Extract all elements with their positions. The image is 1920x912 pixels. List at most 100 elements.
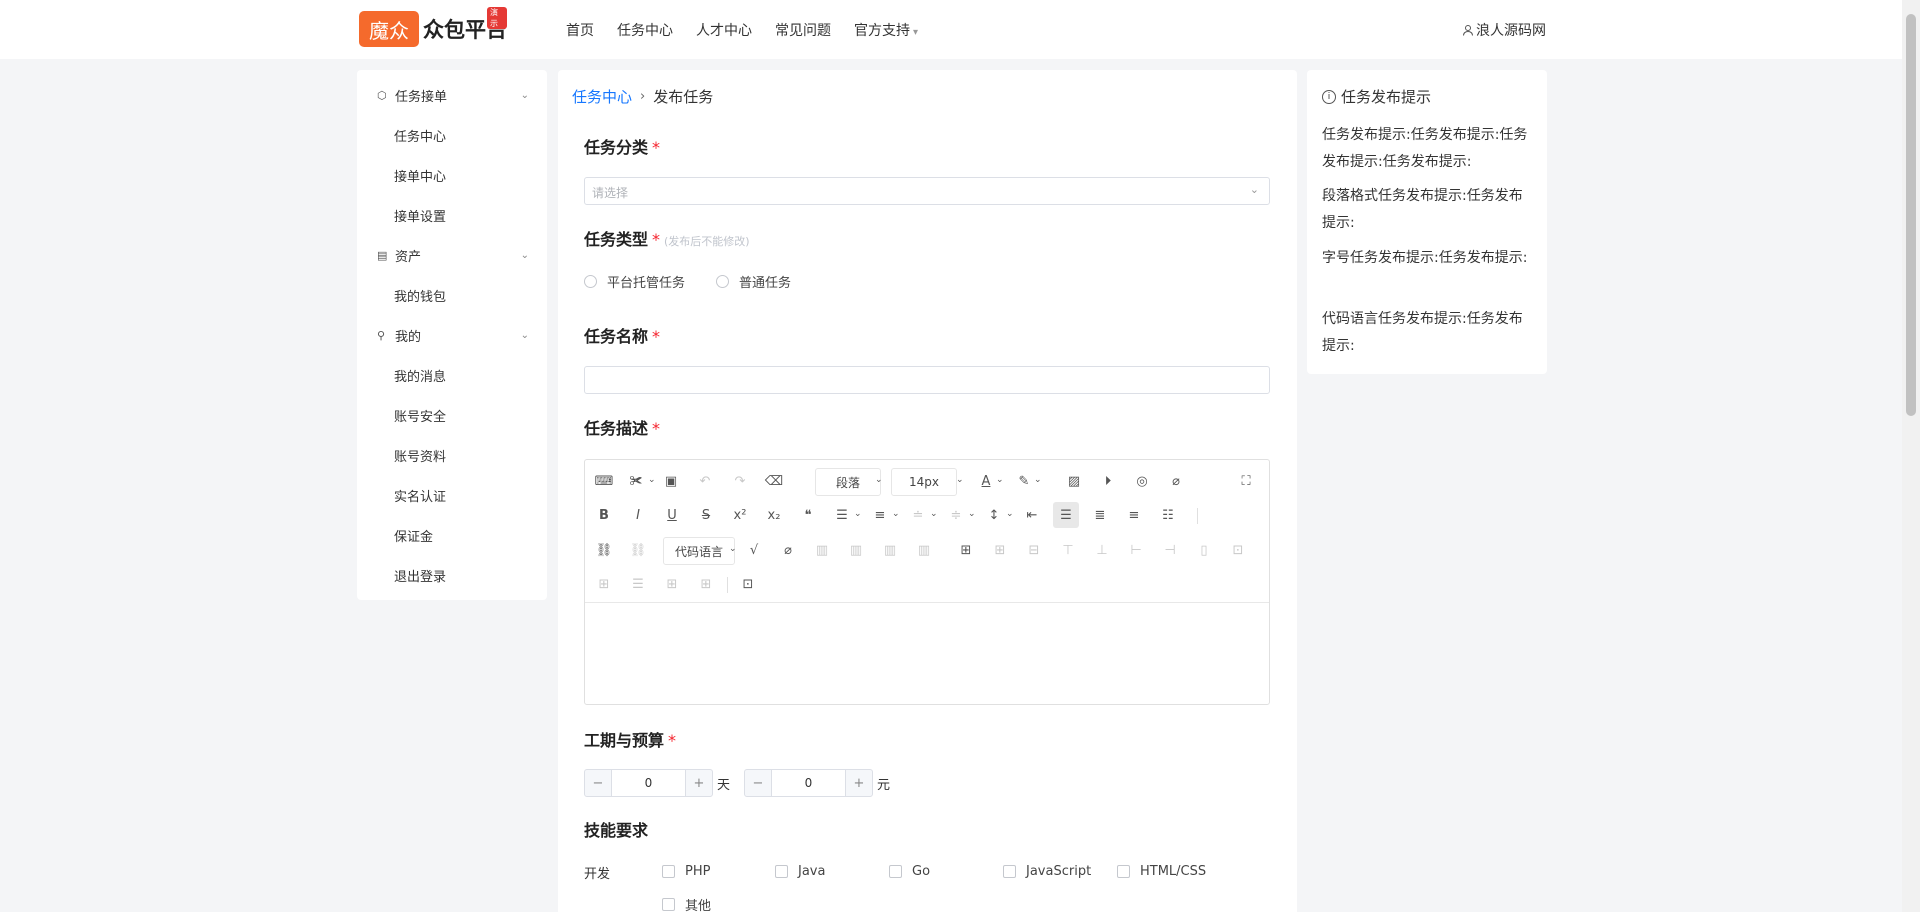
align-center-icon[interactable]: ≣	[1087, 502, 1113, 528]
radio-hosted-task[interactable]: 平台托管任务	[584, 272, 685, 291]
caret-down-icon[interactable]: ⌄	[729, 544, 737, 554]
sidebar-item-task-center[interactable]: 任务中心	[394, 126, 446, 145]
skill-checkbox-html-css[interactable]: HTML/CSS	[1117, 864, 1206, 879]
underline-icon[interactable]: U	[659, 502, 685, 528]
template-icon[interactable]: ⊡	[735, 571, 761, 597]
table-split-icon[interactable]: ⊟	[1021, 537, 1047, 563]
table-cell-split-icon[interactable]: ⊞	[693, 571, 719, 597]
blockquote-icon[interactable]: ❝	[795, 502, 821, 528]
caret-down-icon[interactable]: ⌄	[1034, 475, 1042, 485]
sidebar-item-order-settings[interactable]: 接单设置	[394, 206, 446, 225]
sidebar-group-mine[interactable]: ⚲ 我的 ⌄	[377, 326, 529, 345]
sidebar-item-identity-verification[interactable]: 实名认证	[394, 486, 446, 505]
budget-decrement-button[interactable]: −	[744, 769, 772, 797]
breadcrumb-parent-link[interactable]: 任务中心	[572, 86, 632, 107]
bold-icon[interactable]: B	[591, 502, 617, 528]
magic-wand-icon[interactable]: ✀	[623, 468, 649, 494]
caret-down-icon[interactable]: ⌄	[996, 475, 1004, 485]
skill-checkbox-java[interactable]: Java	[775, 864, 825, 879]
days-increment-button[interactable]: +	[685, 769, 713, 797]
user-menu[interactable]: 浪人源码网	[1462, 20, 1546, 40]
task-name-input[interactable]	[584, 366, 1270, 394]
days-decrement-button[interactable]: −	[584, 769, 612, 797]
sidebar-item-messages[interactable]: 我的消息	[394, 366, 446, 385]
fullscreen-icon[interactable]: ⛶	[1233, 468, 1259, 494]
nav-faq[interactable]: 常见问题	[775, 20, 831, 40]
table-delete-col-icon[interactable]: ▥	[911, 537, 937, 563]
skill-checkbox-go[interactable]: Go	[889, 864, 930, 879]
sidebar-item-account-security[interactable]: 账号安全	[394, 406, 446, 425]
undo-icon[interactable]: ↶	[692, 468, 718, 494]
video-icon[interactable]: ⏵	[1095, 468, 1121, 494]
paragraph-select[interactable]: 段落	[815, 468, 881, 496]
align-right-icon[interactable]: ≡	[1121, 502, 1147, 528]
strikethrough-icon[interactable]: S	[693, 502, 719, 528]
table-row-after-icon[interactable]: ⊥	[1089, 537, 1115, 563]
sidebar-group-assets[interactable]: ▤ 资产 ⌄	[377, 246, 529, 265]
ordered-list-icon[interactable]: ☰	[829, 502, 855, 528]
table-insert-col-icon[interactable]: ▥	[843, 537, 869, 563]
caret-down-icon[interactable]: ⌄	[1006, 509, 1014, 519]
scrollbar-thumb[interactable]	[1906, 14, 1916, 416]
category-select[interactable]: 请选择 ⌄	[584, 177, 1270, 205]
sidebar-item-account-profile[interactable]: 账号资料	[394, 446, 446, 465]
sidebar-group-task-orders[interactable]: ⬡ 任务接单 ⌄	[377, 86, 529, 105]
letter-spacing-icon[interactable]: ≑	[943, 502, 969, 528]
table-delete-row-icon[interactable]: ▥	[877, 537, 903, 563]
table-col-before-icon[interactable]: ⊢	[1123, 537, 1149, 563]
sidebar-item-deposit[interactable]: 保证金	[394, 526, 433, 545]
page-scrollbar[interactable]	[1902, 0, 1920, 912]
budget-input[interactable]: 0	[772, 769, 845, 797]
budget-increment-button[interactable]: +	[845, 769, 873, 797]
caret-down-icon[interactable]: ⌄	[854, 509, 862, 519]
select-all-icon[interactable]: ▣	[658, 468, 684, 494]
italic-icon[interactable]: I	[625, 502, 651, 528]
subscript-icon[interactable]: x₂	[761, 502, 787, 528]
code-language-select[interactable]: 代码语言	[663, 537, 735, 565]
nav-task-center[interactable]: 任务中心	[617, 20, 673, 40]
link-icon[interactable]: ⛓	[591, 537, 617, 563]
align-justify-icon[interactable]: ☷	[1155, 502, 1181, 528]
caret-down-icon[interactable]: ⌄	[892, 509, 900, 519]
radio-normal-task[interactable]: 普通任务	[716, 272, 791, 291]
paragraph-spacing-icon[interactable]: ↕	[981, 502, 1007, 528]
keyboard-icon[interactable]: ⌨	[591, 468, 617, 494]
nav-home[interactable]: 首页	[566, 20, 594, 40]
caret-down-icon[interactable]: ⌄	[648, 475, 656, 485]
nav-talent-center[interactable]: 人才中心	[696, 20, 752, 40]
redo-icon[interactable]: ↷	[727, 468, 753, 494]
line-height-icon[interactable]: ≐	[905, 502, 931, 528]
table-row-before-icon[interactable]: ⊤	[1055, 537, 1081, 563]
site-logo[interactable]: 魔众 众包平台 演示	[359, 7, 507, 47]
caret-down-icon[interactable]: ⌄	[968, 509, 976, 519]
unordered-list-icon[interactable]: ≡	[867, 502, 893, 528]
skill-checkbox-php[interactable]: PHP	[662, 864, 710, 879]
caret-down-icon[interactable]: ⌄	[930, 509, 938, 519]
nav-official-support[interactable]: 官方支持 ▾	[854, 20, 918, 40]
sidebar-item-order-center[interactable]: 接单中心	[394, 166, 446, 185]
align-left-icon[interactable]: ☰	[1053, 502, 1079, 528]
audio-icon[interactable]: ◎	[1129, 468, 1155, 494]
attachment-icon[interactable]: ⌀	[775, 537, 801, 563]
table-cell-props-icon[interactable]: ⊞	[591, 571, 617, 597]
outdent-icon[interactable]: ⇤	[1019, 502, 1045, 528]
formula-icon[interactable]: √	[741, 537, 767, 563]
table-row-props-icon[interactable]: ☰	[625, 571, 651, 597]
sidebar-item-wallet[interactable]: 我的钱包	[394, 286, 446, 305]
table-props-icon[interactable]: ⊡	[1225, 537, 1251, 563]
eraser-icon[interactable]: ⌫	[761, 468, 787, 494]
table-delete-icon[interactable]: ▯	[1191, 537, 1217, 563]
superscript-icon[interactable]: x²	[727, 502, 753, 528]
table-insert-row-icon[interactable]: ▥	[809, 537, 835, 563]
table-cell-merge-icon[interactable]: ⊞	[659, 571, 685, 597]
caret-down-icon[interactable]: ⌄	[875, 475, 883, 485]
caret-down-icon[interactable]: ⌄	[956, 475, 964, 485]
attachment-icon[interactable]: ⌀	[1163, 468, 1189, 494]
days-input[interactable]: 0	[612, 769, 685, 797]
image-icon[interactable]: ▨	[1061, 468, 1087, 494]
skill-checkbox-other[interactable]: 其他	[662, 895, 711, 912]
font-size-select[interactable]: 14px	[891, 468, 957, 496]
table-merge-icon[interactable]: ⊞	[987, 537, 1013, 563]
table-col-after-icon[interactable]: ⊣	[1157, 537, 1183, 563]
table-icon[interactable]: ⊞	[953, 537, 979, 563]
